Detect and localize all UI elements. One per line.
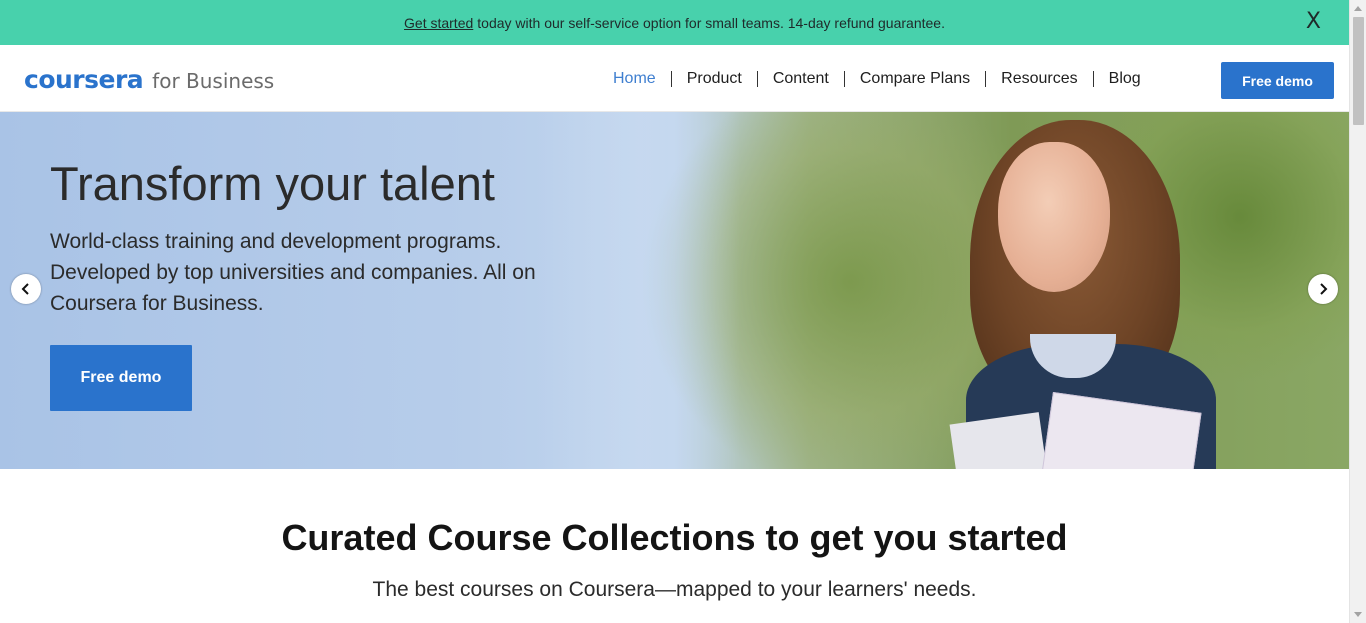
hero-free-demo-button[interactable]: Free demo bbox=[50, 345, 192, 411]
announcement-banner: Get started today with our self-service o… bbox=[0, 0, 1349, 45]
page-scrollbar[interactable] bbox=[1349, 0, 1366, 623]
scroll-down-arrow-icon[interactable] bbox=[1354, 612, 1362, 617]
section-subtitle: The best courses on Coursera—mapped to y… bbox=[372, 578, 977, 601]
nav-item-product[interactable]: Product bbox=[672, 69, 757, 89]
nav-item-compare-plans[interactable]: Compare Plans bbox=[845, 69, 985, 89]
carousel-prev-button[interactable] bbox=[11, 274, 41, 304]
get-started-link[interactable]: Get started bbox=[404, 15, 473, 31]
hero-subtitle: World-class training and development pro… bbox=[50, 230, 536, 315]
chevron-left-icon bbox=[21, 283, 29, 295]
logo-brand: coursera bbox=[24, 65, 144, 94]
nav-item-content[interactable]: Content bbox=[758, 69, 844, 89]
header-free-demo-button[interactable]: Free demo bbox=[1221, 62, 1334, 99]
main-nav: Home Product Content Compare Plans Resou… bbox=[598, 69, 1156, 89]
carousel-next-button[interactable] bbox=[1308, 274, 1338, 304]
hero-carousel: Transform your talent World-class traini… bbox=[0, 112, 1349, 469]
banner-text: today with our self-service option for s… bbox=[477, 14, 945, 31]
close-banner-button[interactable]: X bbox=[1306, 9, 1321, 35]
scrollbar-thumb[interactable] bbox=[1353, 17, 1364, 125]
section-title: Curated Course Collections to get you st… bbox=[281, 517, 1068, 558]
logo[interactable]: coursera for Business bbox=[24, 65, 274, 94]
banner-text-wrap: Get started today with our self-service o… bbox=[404, 15, 945, 31]
nav-item-blog[interactable]: Blog bbox=[1094, 69, 1156, 89]
nav-item-resources[interactable]: Resources bbox=[986, 69, 1092, 89]
hero-photo-person bbox=[949, 112, 1230, 469]
chevron-right-icon bbox=[1320, 283, 1328, 295]
nav-item-home[interactable]: Home bbox=[598, 69, 671, 89]
logo-sub: for Business bbox=[152, 69, 275, 93]
scroll-up-arrow-icon[interactable] bbox=[1354, 6, 1362, 11]
hero-title: Transform your talent bbox=[50, 157, 495, 210]
site-header: coursera for Business Home Product Conte… bbox=[0, 45, 1349, 112]
